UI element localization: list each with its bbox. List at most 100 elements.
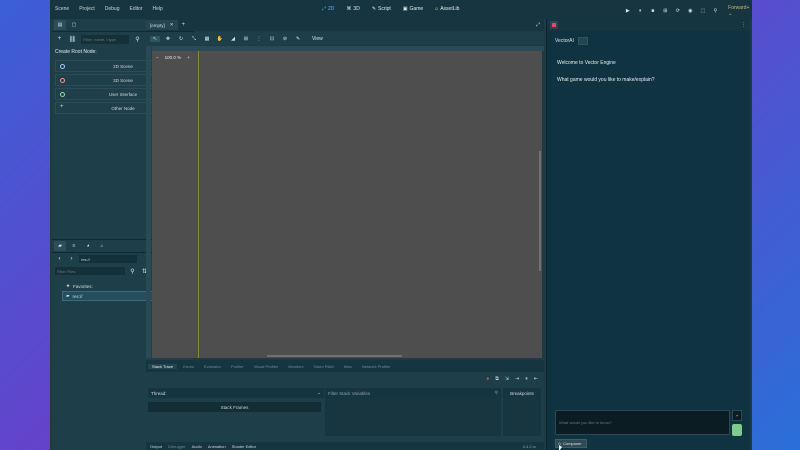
tab-evaluator[interactable]: Evaluator [200, 364, 225, 369]
move-tool-icon[interactable]: ✥ [163, 36, 173, 42]
welcome-message: Welcome to Vector Engine [557, 60, 616, 66]
bone-icon[interactable]: ✎ [293, 36, 303, 42]
step-over-icon[interactable]: ⇥ [515, 376, 519, 382]
tab-video-ram[interactable]: Video RAM [310, 364, 338, 369]
copy-icon[interactable]: ⧉ [495, 376, 499, 382]
menu-project[interactable]: Project [74, 6, 100, 12]
search-icon[interactable]: ⚲ [712, 7, 720, 15]
other-node-label: Other Node [111, 105, 135, 111]
list-tab-icon[interactable]: ≡ [68, 241, 80, 251]
continue-icon[interactable]: ⇤ [534, 376, 538, 382]
favorites-label: Favorites: [73, 283, 93, 289]
break-icon[interactable]: ⏸ [525, 376, 528, 382]
thread-label: Thread: [151, 390, 167, 396]
scene-tab-empty[interactable]: [empty] ✕ [146, 20, 178, 30]
horizontal-scrollbar[interactable] [267, 355, 402, 357]
lock-icon[interactable]: ⊡ [267, 36, 277, 42]
zoom-out-icon[interactable]: − [156, 55, 159, 60]
import-tab-icon[interactable]: ▢ [68, 20, 80, 30]
tab-errors[interactable]: Errors [179, 364, 198, 369]
movie-icon[interactable]: ◉ [687, 7, 695, 15]
zoom-level[interactable]: 100.0 % [165, 55, 182, 60]
tab-profiler[interactable]: Profiler [227, 364, 248, 369]
tab-network-profiler[interactable]: Network Profiler [358, 364, 394, 369]
pan-tool-icon[interactable]: ✋ [215, 36, 225, 42]
forward-icon[interactable]: › [67, 256, 76, 262]
rotate-tool-icon[interactable]: ↻ [176, 36, 186, 42]
filter-files-input[interactable] [55, 267, 125, 275]
tab-shader-editor[interactable]: Shader Editor [232, 444, 256, 449]
play-custom-icon[interactable]: ⟳ [674, 7, 682, 15]
tab-animation[interactable]: Animation [208, 444, 226, 449]
mode-game[interactable]: ▣ Game [399, 5, 427, 13]
smart-snap-icon[interactable]: ◢ [228, 36, 238, 42]
add-scene-tab-icon[interactable]: + [182, 22, 186, 28]
script-icon: ✎ [371, 6, 377, 12]
mode-3d-label: 3D [353, 6, 360, 12]
tab-output[interactable]: Output [150, 444, 162, 449]
zoom-in-icon[interactable]: + [187, 55, 190, 60]
tab-audio[interactable]: Audio [192, 444, 202, 449]
select-tool-icon[interactable]: ↖ [150, 35, 160, 42]
mode-script[interactable]: ✎ Script [368, 5, 395, 13]
ai-dock: ⋮ VectorAI Welcome to Vector Engine What… [546, 19, 750, 450]
renderer-select[interactable]: Forward+ ⌄ [728, 5, 752, 17]
tab-monitors[interactable]: Monitors [284, 364, 307, 369]
remote-debug-icon[interactable]: ⬚ [699, 7, 707, 15]
add-node-icon[interactable]: + [55, 36, 64, 42]
scene-filter-input[interactable] [81, 34, 129, 44]
tab-misc[interactable]: Misc [340, 364, 356, 369]
tab-visual-profiler[interactable]: Visual Profiler [250, 364, 283, 369]
model-select[interactable] [577, 37, 588, 45]
user-interface-label: User Interface [108, 91, 138, 97]
close-icon[interactable]: ✕ [170, 22, 174, 28]
mode-assetlib[interactable]: ⌂ AssetLib [431, 5, 463, 13]
canvas-viewport[interactable]: − 100.0 % + [152, 51, 542, 358]
scene-tabs: [empty] ✕ + ⤢ [146, 19, 544, 31]
play-scene-icon[interactable]: ⊞ [662, 7, 670, 15]
tab-debugger[interactable]: Debugger [168, 444, 186, 449]
vector-ai-tab-icon[interactable] [550, 21, 558, 29]
history-tab-icon[interactable]: ⌂ [96, 241, 108, 251]
step-into-icon[interactable]: ⇲ [505, 376, 509, 382]
menu-help[interactable]: Help [148, 6, 168, 12]
mouse-cursor [559, 445, 562, 450]
vertical-scrollbar[interactable] [539, 151, 541, 271]
mode-2d[interactable]: ⤢ 2D [318, 5, 338, 13]
filter-stack-variables[interactable]: Filter Stack Variables ⚲ [325, 388, 501, 398]
send-button[interactable] [732, 424, 742, 436]
grid-snap-icon[interactable]: ⊞ [241, 36, 251, 42]
distraction-free-icon[interactable]: ⤢ [536, 22, 540, 28]
view-menu[interactable]: View [312, 36, 323, 42]
kebab-menu-icon[interactable]: ⋮ [741, 22, 746, 28]
search-icon[interactable]: ⚲ [133, 36, 142, 43]
viewport-toolbar: ↖ ✥ ↻ ⤡ ▦ ✋ ◢ ⊞ ⋮ ⊡ ⊘ ✎ View [146, 32, 544, 45]
menu-debug[interactable]: Debug [100, 6, 125, 12]
scene-tab-label: [empty] [150, 22, 165, 28]
play-icon[interactable]: ▶ [624, 7, 632, 15]
menu-scene[interactable]: Scene [50, 6, 74, 12]
stop-icon[interactable]: ■ [649, 7, 657, 15]
mode-3d[interactable]: ⌘ 3D [342, 5, 363, 13]
record-icon[interactable]: ● [486, 376, 489, 382]
back-icon[interactable]: ‹ [55, 256, 64, 262]
editor-window: Scene Project Debug Editor Help ⤢ 2D ⌘ 3D … [50, 0, 752, 450]
node-tab-icon[interactable]: ◕ [82, 241, 94, 251]
tab-stack-trace[interactable]: Stack Trace [148, 363, 178, 369]
pause-icon[interactable]: ⏸ [637, 7, 645, 15]
link-icon[interactable]: ⛓ [68, 36, 77, 43]
bottom-status-bar: Output Debugger Audio Animation Shader E… [146, 442, 544, 450]
scene-tab-icon[interactable]: ▤ [54, 20, 66, 30]
group-icon[interactable]: ⊘ [280, 36, 290, 42]
path-input[interactable] [79, 255, 137, 263]
search-icon[interactable]: ⚲ [128, 268, 137, 275]
ruler-tool-icon[interactable]: ▦ [202, 36, 212, 42]
menu-editor[interactable]: Editor [124, 6, 147, 12]
thread-select[interactable]: Thread: ⌄ [148, 388, 324, 398]
chat-input[interactable] [556, 411, 729, 434]
folder-tab-icon[interactable]: ▰ [54, 241, 66, 251]
scale-tool-icon[interactable]: ⤡ [189, 36, 199, 42]
more-options-icon[interactable]: ⋮ [254, 36, 264, 42]
debugger-panel: Stack Trace Errors Evaluator Profiler Vi… [146, 360, 544, 450]
attach-button[interactable]: + [732, 410, 742, 421]
